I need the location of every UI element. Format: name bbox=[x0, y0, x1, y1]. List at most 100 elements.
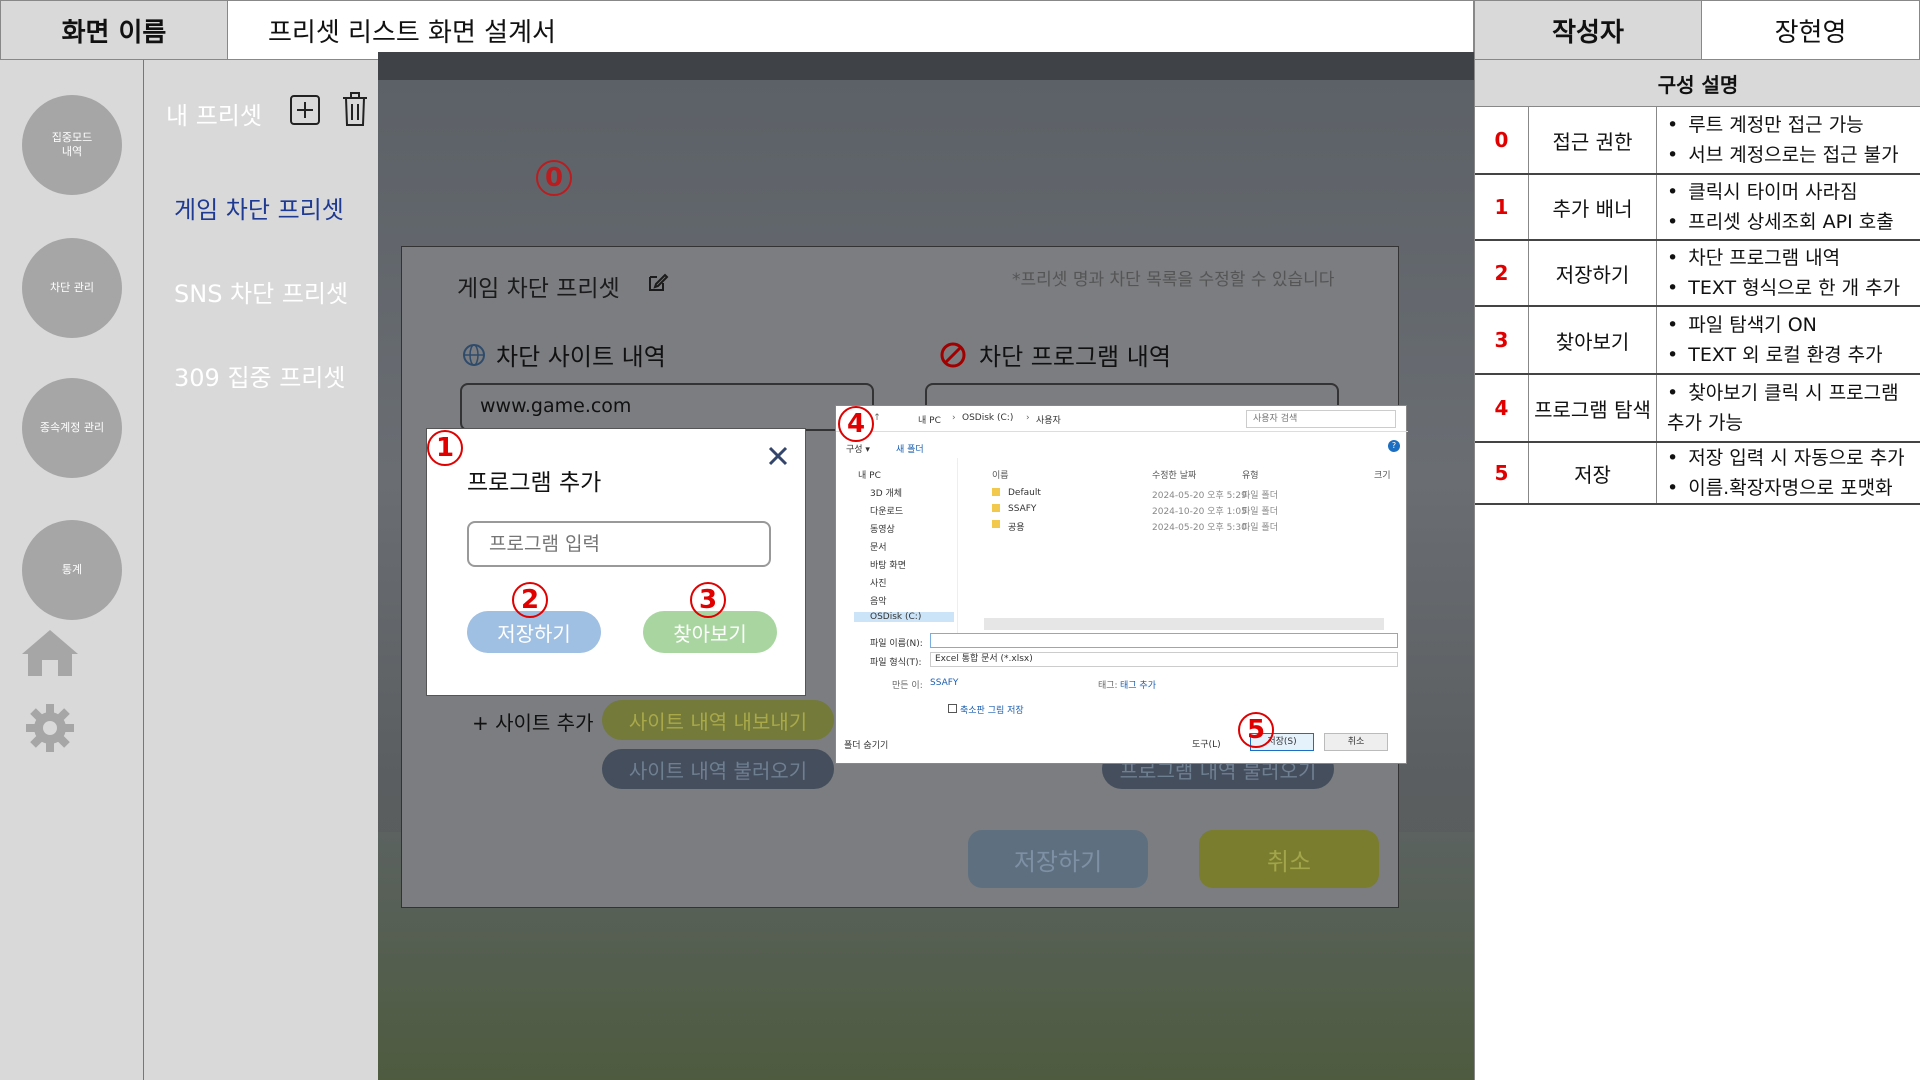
preset-modal-hint: *프리셋 명과 차단 목록을 수정할 수 있습니다 bbox=[1012, 270, 1335, 290]
tag-label: 태그: bbox=[1098, 681, 1118, 691]
spec-table: 구성 설명 0 접근 권한 루트 계정만 접근 가능서브 계정으로는 접근 불가… bbox=[1474, 60, 1920, 1080]
tree-item-downloads[interactable]: 다운로드 bbox=[870, 504, 903, 517]
list-item[interactable]: Default 2024-05-20 오후 5:29 파일 폴더 bbox=[992, 488, 1392, 502]
spec-desc-line: 서브 계정으로는 접근 불가 bbox=[1667, 140, 1915, 170]
thumbnail-label: 축소판 그림 저장 bbox=[960, 706, 1024, 716]
spec-desc: 찾아보기 클릭 시 프로그램 추가 가능 bbox=[1657, 375, 1920, 441]
spec-name: 접근 권한 bbox=[1529, 107, 1657, 173]
window-top-bar bbox=[378, 52, 1474, 80]
col-name[interactable]: 이름 bbox=[992, 468, 1009, 481]
author-field-label: 만든 이: bbox=[892, 681, 923, 691]
nav-block-manage-label: 차단 관리 bbox=[50, 281, 94, 294]
file-search-input[interactable] bbox=[1246, 410, 1396, 428]
thumbnail-checkbox[interactable] bbox=[948, 704, 957, 713]
file-name: Default bbox=[1008, 488, 1041, 498]
edit-icon[interactable] bbox=[647, 271, 669, 293]
file-date: 2024-10-20 오후 1:05 bbox=[1152, 507, 1247, 517]
tag-value[interactable]: 태그 추가 bbox=[1120, 678, 1156, 691]
spec-desc-line: 찾아보기 클릭 시 프로그램 추가 가능 bbox=[1667, 378, 1915, 438]
nav-sub-account[interactable]: 종속계정 관리 bbox=[22, 378, 122, 478]
preset-submenu: 내 프리셋 게임 차단 프리셋 SNS 차단 프리셋 309 집중 프리셋 bbox=[144, 60, 378, 1080]
site-entry-value: www.game.com bbox=[480, 395, 632, 417]
file-type: 파일 폴더 bbox=[1242, 491, 1278, 501]
spec-desc-line: TEXT 형식으로 한 개 추가 bbox=[1667, 273, 1915, 303]
nav-focus-history[interactable]: 집중모드 내역 bbox=[22, 95, 122, 195]
path-separator-icon: › bbox=[1026, 413, 1030, 423]
spec-desc-line: 저장 입력 시 자동으로 추가 bbox=[1667, 443, 1915, 473]
preset-save-button[interactable]: 저장하기 bbox=[968, 830, 1148, 888]
file-address-bar: ← → ⌄ ↑ 내 PC › OSDisk (C:) › 사용자 bbox=[836, 406, 1408, 432]
badge-3: 3 bbox=[690, 582, 726, 618]
file-date: 2024-05-20 오후 5:30 bbox=[1152, 523, 1247, 533]
nav-focus-history-label: 집중모드 내역 bbox=[51, 131, 93, 158]
badge-1: 1 bbox=[427, 430, 463, 466]
spec-row: 3 찾아보기 파일 탐색기 ONTEXT 외 로컬 환경 추가 bbox=[1475, 307, 1920, 375]
spec-desc-line: 클릭시 타이머 사라짐 bbox=[1667, 177, 1915, 207]
preset-modal-title[interactable]: 게임 차단 프리셋 bbox=[457, 269, 620, 303]
gear-icon[interactable] bbox=[24, 702, 76, 754]
path-segment-disk[interactable]: OSDisk (C:) bbox=[962, 413, 1013, 423]
spec-desc: 파일 탐색기 ONTEXT 외 로컬 환경 추가 bbox=[1657, 307, 1920, 373]
preset-item-309[interactable]: 309 집중 프리셋 bbox=[174, 358, 345, 393]
tree-item-desktop[interactable]: 바탕 화면 bbox=[870, 558, 906, 571]
col-date[interactable]: 수정한 날짜 bbox=[1152, 468, 1196, 481]
nav-stats[interactable]: 통계 bbox=[22, 520, 122, 620]
export-sites-button[interactable]: 사이트 내역 내보내기 bbox=[602, 700, 834, 740]
new-folder-button[interactable]: 새 폴더 bbox=[896, 442, 924, 455]
file-cancel-button[interactable]: 취소 bbox=[1324, 733, 1388, 751]
spec-name: 프로그램 탐색 bbox=[1529, 375, 1657, 441]
spec-row: 5 저장 저장 입력 시 자동으로 추가이름.확장자명으로 포맷화 bbox=[1475, 443, 1920, 505]
close-icon[interactable] bbox=[767, 445, 789, 467]
path-separator-icon: › bbox=[952, 413, 956, 423]
program-input[interactable] bbox=[467, 521, 771, 567]
author-field-value[interactable]: SSAFY bbox=[930, 678, 958, 688]
hide-folders-button[interactable]: 폴더 숨기기 bbox=[844, 738, 888, 751]
list-item[interactable]: 공용 2024-05-20 오후 5:30 파일 폴더 bbox=[992, 520, 1392, 534]
col-size[interactable]: 크기 bbox=[1374, 468, 1391, 481]
spec-name: 찾아보기 bbox=[1529, 307, 1657, 373]
spec-desc: 차단 프로그램 내역TEXT 형식으로 한 개 추가 bbox=[1657, 241, 1920, 305]
file-name: 공용 bbox=[1008, 523, 1025, 533]
add-preset-icon[interactable] bbox=[289, 94, 321, 126]
spec-name: 저장 bbox=[1529, 443, 1657, 503]
organize-menu[interactable]: 구성 ▾ bbox=[846, 442, 870, 455]
col-type[interactable]: 유형 bbox=[1242, 468, 1259, 481]
trash-icon[interactable] bbox=[340, 90, 370, 128]
preset-item-sns[interactable]: SNS 차단 프리셋 bbox=[174, 274, 348, 309]
help-icon[interactable]: ? bbox=[1388, 440, 1400, 452]
spec-num: 5 bbox=[1475, 443, 1529, 503]
file-save-dialog: ← → ⌄ ↑ 내 PC › OSDisk (C:) › 사용자 구성 ▾ 새 … bbox=[835, 405, 1408, 764]
path-segment-pc[interactable]: 내 PC bbox=[918, 413, 941, 426]
screen-title: 프리셋 리스트 화면 설계서 bbox=[228, 0, 1474, 60]
filetype-label: 파일 형식(T): bbox=[870, 658, 922, 668]
spec-num: 1 bbox=[1475, 175, 1529, 239]
add-site-button[interactable]: + 사이트 추가 bbox=[472, 707, 593, 736]
filetype-select[interactable]: Excel 통합 문서 (*.xlsx) bbox=[930, 652, 1398, 667]
preset-cancel-button[interactable]: 취소 bbox=[1199, 830, 1379, 888]
tools-menu[interactable]: 도구(L) bbox=[1192, 737, 1221, 750]
side-nav: 집중모드 내역 차단 관리 종속계정 관리 통계 bbox=[0, 60, 144, 1080]
tree-item-docs[interactable]: 문서 bbox=[870, 540, 887, 553]
globe-icon bbox=[463, 344, 485, 366]
nav-block-manage[interactable]: 차단 관리 bbox=[22, 238, 122, 338]
tree-item-pc[interactable]: 내 PC bbox=[858, 468, 881, 481]
spec-table-title: 구성 설명 bbox=[1475, 60, 1920, 107]
tree-item-pictures[interactable]: 사진 bbox=[870, 576, 887, 589]
filename-input[interactable] bbox=[930, 633, 1398, 648]
tree-item-disk[interactable]: OSDisk (C:) bbox=[854, 612, 954, 622]
list-item[interactable]: SSAFY 2024-10-20 오후 1:05 파일 폴더 bbox=[992, 504, 1392, 518]
horizontal-scrollbar[interactable] bbox=[984, 618, 1384, 630]
path-segment-users[interactable]: 사용자 bbox=[1036, 413, 1061, 426]
block-icon bbox=[940, 342, 966, 368]
folder-icon bbox=[992, 488, 1000, 496]
nav-sub-account-label: 종속계정 관리 bbox=[39, 421, 105, 434]
home-icon[interactable] bbox=[20, 628, 80, 678]
my-presets-title: 내 프리셋 bbox=[166, 102, 262, 130]
site-entry[interactable]: www.game.com bbox=[460, 383, 874, 431]
badge-2: 2 bbox=[512, 582, 548, 618]
tree-item-3d[interactable]: 3D 개체 bbox=[870, 486, 902, 499]
import-sites-button[interactable]: 사이트 내역 불러오기 bbox=[602, 749, 834, 789]
tree-item-videos[interactable]: 동영상 bbox=[870, 522, 895, 535]
preset-item-game[interactable]: 게임 차단 프리셋 bbox=[174, 190, 344, 225]
tree-item-music[interactable]: 음악 bbox=[870, 594, 887, 607]
